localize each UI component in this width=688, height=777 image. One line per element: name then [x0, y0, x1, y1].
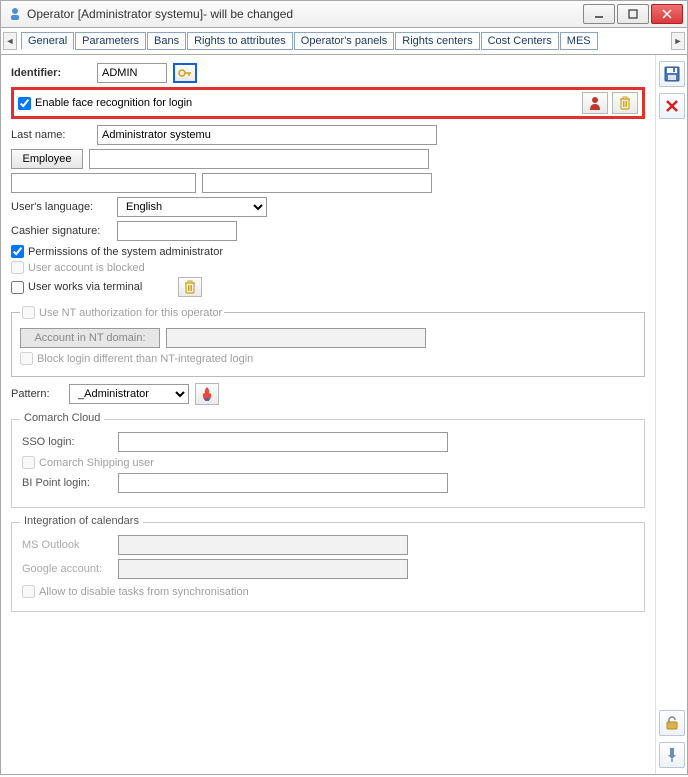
shipping-checkbox — [22, 456, 35, 469]
ms-outlook-input — [118, 535, 408, 555]
face-recognition-label: Enable face recognition for login — [35, 97, 192, 109]
terminal-label: User works via terminal — [28, 281, 142, 293]
account-blocked-checkbox — [11, 261, 24, 274]
nt-auth-legend: Use NT authorization for this operator — [39, 307, 222, 319]
nt-account-button: Account in NT domain: — [20, 328, 160, 348]
nt-block-login-checkbox — [20, 352, 33, 365]
save-button[interactable] — [659, 61, 685, 87]
identifier-label: Identifier: — [11, 67, 91, 79]
tab-cost-centers[interactable]: Cost Centers — [481, 32, 559, 50]
google-account-input — [118, 559, 408, 579]
employee-button[interactable]: Employee — [11, 149, 83, 169]
face-recognition-highlight: Enable face recognition for login — [11, 87, 645, 119]
last-name-label: Last name: — [11, 129, 91, 141]
form-area: Identifier: Enable face recognition for … — [1, 55, 655, 774]
pattern-select[interactable]: _Administrator — [69, 384, 189, 404]
side-toolbar — [655, 55, 687, 774]
window-title: Operator [Administrator systemu]- will b… — [27, 7, 583, 21]
perm-sysadmin-label: Permissions of the system administrator — [28, 246, 223, 258]
app-icon — [7, 6, 23, 22]
tab-mes[interactable]: MES — [560, 32, 598, 50]
user-language-label: User's language: — [11, 201, 111, 213]
tab-rights-attributes[interactable]: Rights to attributes — [187, 32, 293, 50]
sso-login-label: SSO login: — [22, 436, 112, 448]
tab-general[interactable]: General — [21, 32, 74, 50]
user-language-select[interactable]: English — [117, 197, 267, 217]
tab-bans[interactable]: Bans — [147, 32, 186, 50]
tab-scroll-left[interactable]: ◄ — [3, 32, 17, 50]
ms-outlook-label: MS Outlook — [22, 539, 112, 551]
pin-button[interactable] — [659, 742, 685, 768]
employee-input[interactable] — [89, 149, 429, 169]
cashier-signature-label: Cashier signature: — [11, 225, 111, 237]
calendars-legend: Integration of calendars — [20, 515, 143, 527]
minimize-button[interactable] — [583, 4, 615, 24]
nt-auth-checkbox — [22, 306, 35, 319]
comarch-cloud-group: Comarch Cloud SSO login: Comarch Shippin… — [11, 419, 645, 508]
pattern-action-icon-button[interactable] — [195, 383, 219, 405]
terminal-checkbox[interactable] — [11, 281, 24, 294]
keys-icon-button[interactable] — [173, 63, 197, 83]
face-recognition-checkbox[interactable] — [18, 97, 31, 110]
calendars-group: Integration of calendars MS Outlook Goog… — [11, 522, 645, 612]
tab-strip: ◄ General Parameters Bans Rights to attr… — [0, 28, 688, 55]
nt-block-login-label: Block login different than NT-integrated… — [37, 353, 253, 365]
bi-point-label: BI Point login: — [22, 477, 112, 489]
allow-disable-tasks-checkbox — [22, 585, 35, 598]
title-bar: Operator [Administrator systemu]- will b… — [0, 0, 688, 28]
tabs-container: General Parameters Bans Rights to attrib… — [21, 32, 667, 50]
account-blocked-label: User account is blocked — [28, 262, 145, 274]
close-button[interactable] — [651, 4, 683, 24]
face-person-icon-button[interactable] — [582, 92, 608, 114]
blank-input-1[interactable] — [11, 173, 196, 193]
unlock-button[interactable] — [659, 710, 685, 736]
maximize-button[interactable] — [617, 4, 649, 24]
cancel-button[interactable] — [659, 93, 685, 119]
cloud-legend: Comarch Cloud — [20, 412, 104, 424]
bi-point-input[interactable] — [118, 473, 448, 493]
last-name-input[interactable] — [97, 125, 437, 145]
google-account-label: Google account: — [22, 563, 112, 575]
tab-operators-panels[interactable]: Operator's panels — [294, 32, 394, 50]
terminal-delete-icon-button[interactable] — [178, 277, 202, 297]
blank-input-2[interactable] — [202, 173, 432, 193]
allow-disable-tasks-label: Allow to disable tasks from synchronisat… — [39, 586, 249, 598]
perm-sysadmin-checkbox[interactable] — [11, 245, 24, 258]
cashier-signature-input[interactable] — [117, 221, 237, 241]
nt-auth-fieldset: Use NT authorization for this operator A… — [11, 303, 645, 377]
nt-account-input — [166, 328, 426, 348]
sso-login-input[interactable] — [118, 432, 448, 452]
shipping-label: Comarch Shipping user — [39, 457, 154, 469]
pattern-label: Pattern: — [11, 388, 63, 400]
tab-scroll-right[interactable]: ► — [671, 32, 685, 50]
face-delete-icon-button[interactable] — [612, 92, 638, 114]
tab-parameters[interactable]: Parameters — [75, 32, 146, 50]
identifier-input[interactable] — [97, 63, 167, 83]
tab-rights-centers[interactable]: Rights centers — [395, 32, 479, 50]
